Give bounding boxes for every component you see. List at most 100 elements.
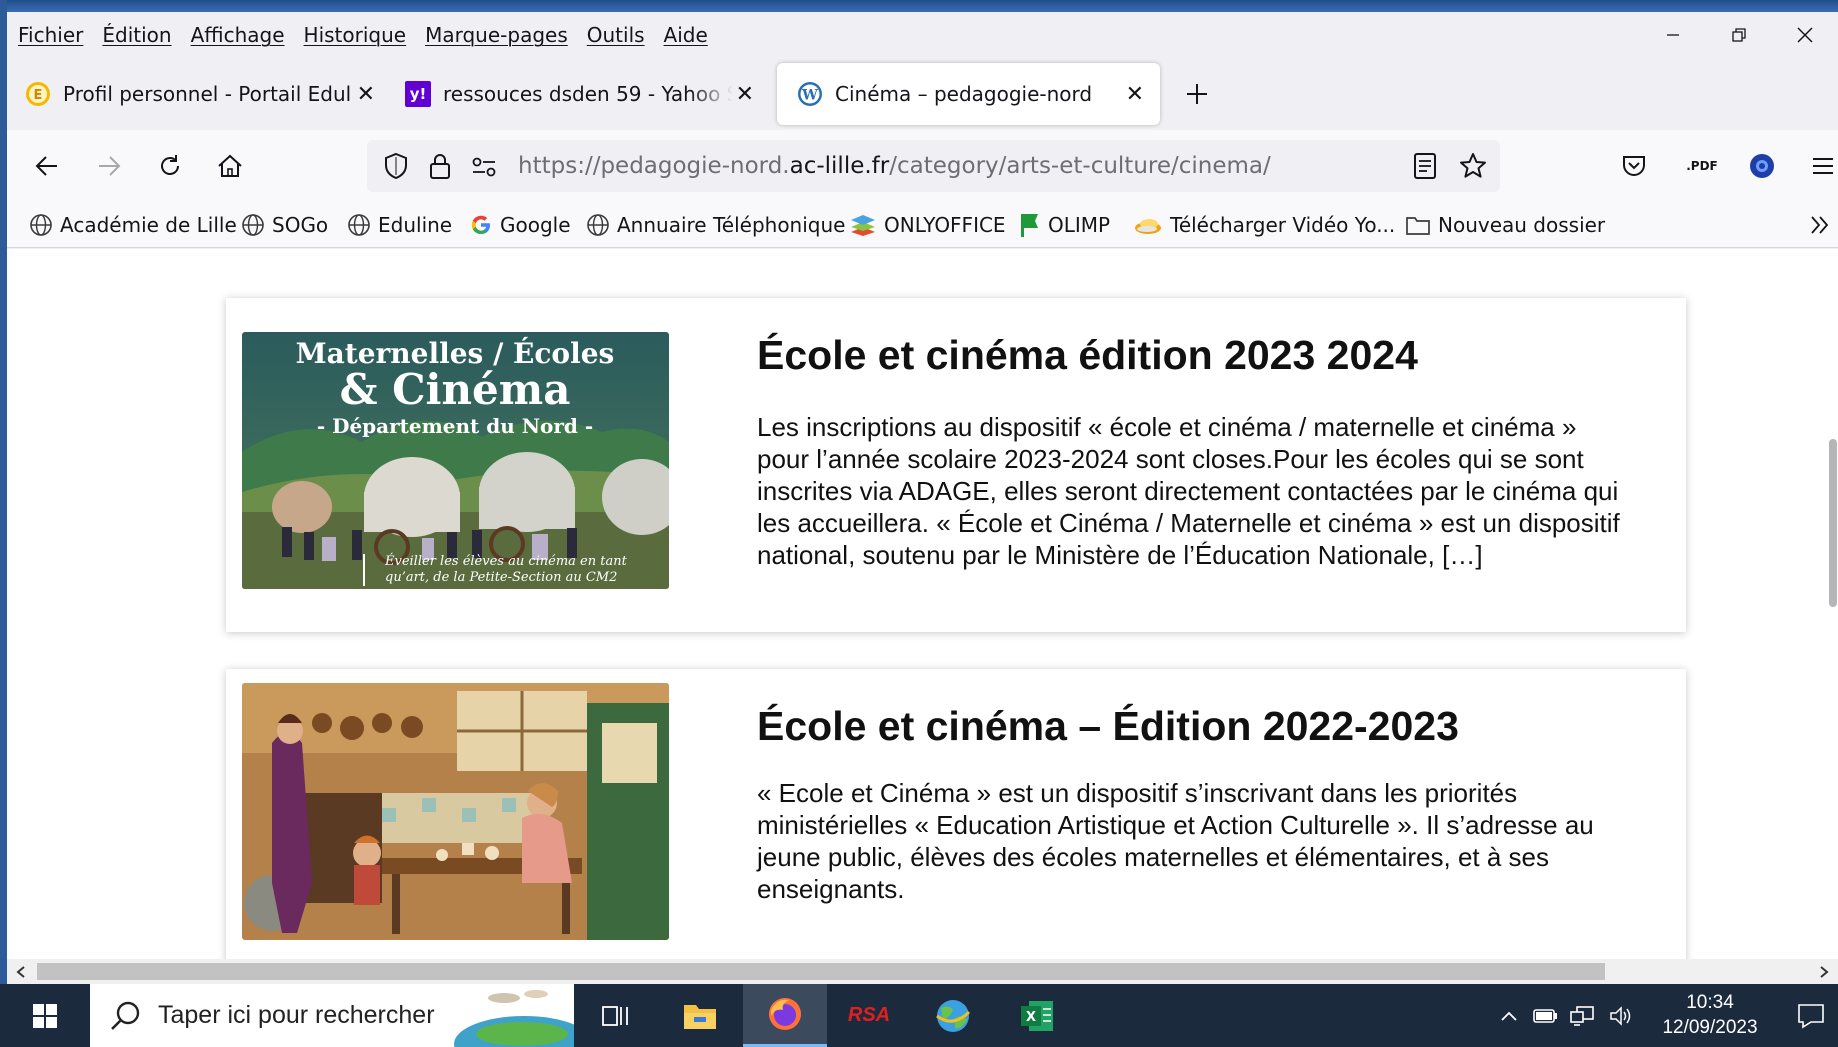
tab-eduline[interactable]: E Profil personnel - Portail Eduline ✕	[25, 63, 377, 125]
clock-time: 10:34	[1686, 992, 1734, 1013]
vertical-scrollbar-thumb[interactable]	[1829, 439, 1837, 607]
url-text[interactable]: https://pedagogie-nord.ac-lille.fr/categ…	[518, 153, 1271, 179]
file-explorer-button[interactable]	[658, 984, 742, 1047]
lock-icon[interactable]	[429, 152, 451, 184]
menu-aide[interactable]: Aide	[664, 23, 708, 47]
bookmarks-toolbar: Académie de Lille SOGo Eduline Google An…	[7, 202, 1838, 248]
pdf-extension-button[interactable]: .PDF	[1675, 146, 1729, 186]
home-button[interactable]	[210, 146, 250, 186]
battery-icon	[1533, 1008, 1557, 1023]
network-tray-icon[interactable]	[1565, 984, 1599, 1047]
start-button[interactable]	[0, 984, 90, 1047]
bookmark-academie-de-lille[interactable]: Académie de Lille	[29, 210, 237, 240]
menu-fichier[interactable]: Fichier	[18, 23, 83, 47]
tab-title: ressouces dsden 59 - Yahoo Sea	[443, 82, 733, 106]
bookmark-annuaire[interactable]: Annuaire Téléphonique	[586, 210, 845, 240]
chevron-double-right-icon	[1811, 216, 1829, 234]
volume-tray-icon[interactable]	[1604, 984, 1638, 1047]
svg-text:X: X	[1026, 1010, 1036, 1025]
bookmark-nouveau-dossier[interactable]: Nouveau dossier	[1405, 210, 1605, 240]
rsa-app-button[interactable]: RSA	[827, 984, 911, 1047]
reload-button[interactable]	[150, 146, 190, 186]
back-arrow-icon	[35, 156, 57, 176]
close-tab-icon[interactable]: ✕	[736, 82, 754, 107]
bookmark-label: OLIMP	[1048, 213, 1111, 237]
app-menu-button[interactable]	[1803, 146, 1838, 186]
notifications-button[interactable]	[1784, 984, 1838, 1047]
menu-edition[interactable]: Édition	[102, 23, 171, 47]
menu-historique[interactable]: Historique	[304, 23, 407, 47]
video-download-icon	[1133, 213, 1163, 237]
taskbar-search-box[interactable]: Taper ici pour rechercher	[90, 984, 594, 1047]
horizontal-scrollbar[interactable]	[7, 959, 1838, 984]
new-tab-button[interactable]	[1177, 74, 1217, 114]
bookmark-label: Eduline	[378, 213, 453, 237]
firefox-icon	[769, 998, 801, 1030]
windows-logo-icon	[33, 1003, 57, 1028]
menu-affichage[interactable]: Affichage	[191, 23, 285, 47]
restore-icon	[1732, 28, 1746, 42]
menu-marque-pages[interactable]: Marque-pages	[425, 23, 568, 47]
address-bar[interactable]: https://pedagogie-nord.ac-lille.fr/categ…	[367, 140, 1500, 192]
reload-icon	[161, 155, 179, 175]
globe-icon	[241, 213, 265, 237]
bookmark-sogo[interactable]: SOGo	[241, 210, 328, 240]
folder-icon	[1405, 214, 1431, 236]
extension-button[interactable]	[1742, 146, 1782, 186]
battery-tray-icon[interactable]	[1528, 984, 1562, 1047]
article-title[interactable]: École et cinéma – Édition 2022-2023	[757, 703, 1459, 750]
taskbar-clock[interactable]: 10:34 12/09/2023	[1650, 990, 1770, 1040]
back-button[interactable]	[27, 146, 67, 186]
menu-outils[interactable]: Outils	[587, 23, 645, 47]
network-icon	[1570, 1005, 1594, 1026]
bookmark-label: Google	[500, 213, 571, 237]
restore-button[interactable]	[1706, 12, 1772, 58]
article-thumbnail-maternelles-ecoles-cinema[interactable]: Maternelles / Écoles & Cinéma - Départem…	[242, 332, 669, 589]
globe-app-button[interactable]	[911, 984, 995, 1047]
pocket-button[interactable]	[1614, 146, 1654, 186]
chevron-right-icon	[1820, 965, 1829, 978]
vertical-scrollbar[interactable]	[1826, 249, 1838, 959]
bookmark-star-icon[interactable]	[1459, 152, 1487, 184]
tab-title: Cinéma – pedagogie-nord	[835, 82, 1093, 106]
minimize-button[interactable]	[1640, 12, 1706, 58]
google-icon	[469, 213, 493, 237]
notification-icon	[1798, 1003, 1824, 1028]
forward-button[interactable]	[89, 146, 129, 186]
show-hidden-icons-button[interactable]	[1492, 984, 1526, 1047]
scroll-left-button[interactable]	[7, 959, 35, 984]
close-tab-icon[interactable]: ✕	[1126, 82, 1144, 107]
plus-icon	[1187, 84, 1207, 104]
yahoo-icon: y!	[405, 81, 431, 107]
firefox-button[interactable]	[743, 984, 827, 1047]
bookmark-google[interactable]: Google	[469, 210, 571, 240]
bookmark-telecharger-video[interactable]: Télécharger Vidéo Yo...	[1133, 210, 1395, 240]
reader-view-icon[interactable]	[1413, 152, 1437, 184]
close-window-button[interactable]	[1772, 12, 1838, 58]
article-title[interactable]: École et cinéma édition 2023 2024	[757, 332, 1418, 379]
scroll-right-button[interactable]	[1810, 959, 1838, 984]
tab-cinema[interactable]: W Cinéma – pedagogie-nord ✕	[777, 63, 1160, 125]
bookmark-label: Télécharger Vidéo Yo...	[1170, 213, 1396, 237]
svg-text:W: W	[801, 88, 818, 104]
bookmark-olimp[interactable]: OLIMP	[1017, 210, 1110, 240]
bookmark-eduline[interactable]: Eduline	[347, 210, 452, 240]
task-view-button[interactable]	[574, 984, 658, 1047]
close-tab-icon[interactable]: ✕	[357, 82, 375, 107]
menu-bar: Fichier Édition Affichage Historique Mar…	[7, 12, 1838, 58]
article-thumbnail-kitchen-illustration[interactable]	[242, 683, 669, 940]
eduline-icon: E	[25, 81, 51, 107]
tab-yahoo[interactable]: y! ressouces dsden 59 - Yahoo Sea ✕	[405, 63, 760, 125]
excel-button[interactable]: X	[995, 984, 1079, 1047]
bookmarks-overflow-button[interactable]	[1807, 210, 1831, 240]
bookmark-onlyoffice[interactable]: ONLYOFFICE	[849, 210, 1006, 240]
globe-icon	[586, 213, 610, 237]
navigation-toolbar: https://pedagogie-nord.ac-lille.fr/categ…	[7, 130, 1838, 202]
permissions-icon[interactable]	[471, 156, 497, 182]
article-excerpt: Les inscriptions au dispositif « école e…	[757, 412, 1620, 570]
tracking-protection-shield-icon[interactable]	[383, 152, 409, 184]
horizontal-scrollbar-thumb[interactable]	[37, 963, 1605, 980]
chevron-left-icon	[16, 965, 25, 978]
article-card: Maternelles / Écoles & Cinéma - Départem…	[226, 298, 1686, 632]
excel-icon: X	[1021, 1000, 1053, 1031]
